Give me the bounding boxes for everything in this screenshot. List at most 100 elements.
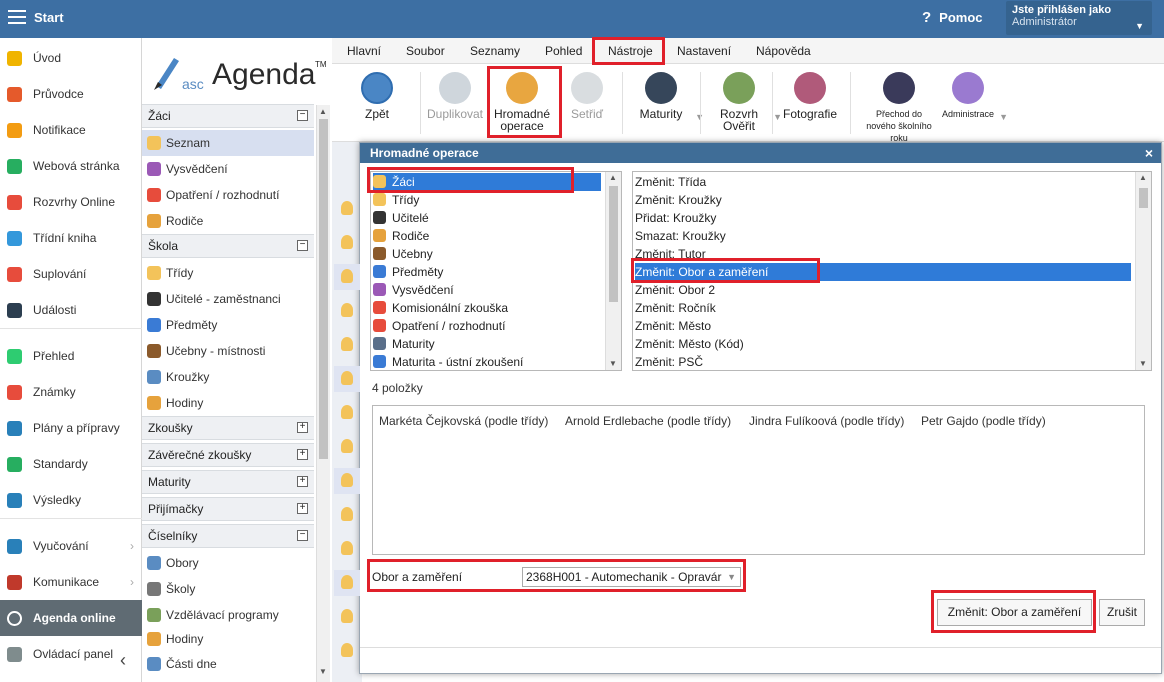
entity-item[interactable]: Učitelé: [373, 209, 601, 227]
sidebar-item-1-4[interactable]: Kroužky: [142, 364, 314, 390]
sidebar-item-6-3[interactable]: Hodiny: [142, 626, 314, 652]
sidebar-section-0[interactable]: Žáci −: [142, 104, 314, 128]
entity-item[interactable]: Vysvědčení: [373, 281, 601, 299]
expand-icon[interactable]: +: [297, 503, 308, 514]
start-link[interactable]: Start: [34, 10, 64, 25]
ribbon-button-8[interactable]: Administrace ▼: [940, 68, 1008, 122]
operation-list-scrollbar[interactable]: ▲ ▼: [1135, 172, 1151, 370]
operation-item[interactable]: Změnit: Obor 2: [635, 281, 1131, 299]
ribbon-button-4[interactable]: Maturity▼: [630, 68, 704, 122]
tab-6[interactable]: Nápověda: [756, 44, 811, 58]
sidebar-item-1-5[interactable]: Hodiny: [142, 390, 314, 416]
scroll-up-icon[interactable]: ▲: [1139, 173, 1147, 182]
operation-item[interactable]: Smazat: Kroužky: [635, 227, 1131, 245]
nav-item-2[interactable]: Notifikace: [0, 112, 142, 148]
operation-item[interactable]: Změnit: Město (Kód): [635, 335, 1131, 353]
entity-list[interactable]: ▲ ▼ Žáci Třídy Učitelé Rodiče Učebny Předměty V…: [370, 171, 622, 371]
scroll-thumb[interactable]: [319, 119, 328, 459]
tab-0[interactable]: Hlavní: [347, 44, 381, 58]
hamburger-menu-icon[interactable]: [8, 10, 26, 24]
operation-item[interactable]: Změnit: Ročník: [635, 299, 1131, 317]
user-menu[interactable]: Jste přihlášen jako Administrátor ▼: [1006, 1, 1152, 35]
nav-item-7[interactable]: Události: [0, 292, 142, 328]
operation-item[interactable]: Změnit: Město: [635, 317, 1131, 335]
sidebar-item-1-2[interactable]: Předměty: [142, 312, 314, 338]
expand-icon[interactable]: +: [297, 449, 308, 460]
scroll-thumb[interactable]: [1139, 188, 1148, 208]
sidebar-section-6[interactable]: Číselníky −: [142, 524, 314, 548]
entity-item[interactable]: Maturita - ústní zkoušení: [373, 353, 601, 370]
ribbon-button-6[interactable]: Fotografie: [780, 68, 840, 120]
scroll-up-icon[interactable]: ▲: [319, 107, 327, 116]
expand-icon[interactable]: +: [297, 422, 308, 433]
scroll-down-icon[interactable]: ▼: [609, 359, 617, 368]
operation-item[interactable]: Změnit: PSČ: [635, 353, 1131, 370]
nav-item-1[interactable]: Průvodce: [0, 76, 142, 112]
sidebar-section-1[interactable]: Škola −: [142, 234, 314, 258]
nav-item-14[interactable]: Komunikace ›: [0, 564, 142, 600]
operation-item[interactable]: Změnit: Kroužky: [635, 191, 1131, 209]
sidebar-item-6-1[interactable]: Školy: [142, 576, 314, 602]
nav-item-5[interactable]: Třídní kniha: [0, 220, 142, 256]
scroll-up-icon[interactable]: ▲: [609, 173, 617, 182]
pin-icon: [373, 319, 386, 332]
sidebar-section-2[interactable]: Zkoušky +: [142, 416, 314, 440]
expand-icon[interactable]: +: [297, 476, 308, 487]
nav-item-6[interactable]: Suplování: [0, 256, 142, 292]
sidebar-item-1-0[interactable]: Třídy: [142, 260, 314, 286]
entity-item[interactable]: Rodiče: [373, 227, 601, 245]
ribbon-button-1[interactable]: Duplikovat: [420, 68, 490, 120]
sidebar-section-3[interactable]: Závěrečné zkoušky +: [142, 443, 314, 467]
operation-item[interactable]: Přidat: Kroužky: [635, 209, 1131, 227]
entity-label: Vysvědčení: [392, 283, 454, 297]
sidebar-scrollbar[interactable]: ▲ ▼: [316, 105, 330, 682]
ribbon-button-0[interactable]: Zpět: [352, 68, 402, 120]
sidebar-item-6-2[interactable]: Vzdělávací programy: [142, 602, 314, 628]
nav-item-15[interactable]: Agenda online: [0, 600, 142, 636]
entity-item[interactable]: Komisionální zkouška: [373, 299, 601, 317]
entity-item[interactable]: Předměty: [373, 263, 601, 281]
nav-item-9[interactable]: Známky: [0, 374, 142, 410]
nav-item-10[interactable]: Plány a přípravy: [0, 410, 142, 446]
nav-item-4[interactable]: Rozvrhy Online: [0, 184, 142, 220]
entity-item[interactable]: Maturity: [373, 335, 601, 353]
sidebar-item-1-1[interactable]: Učitelé - zaměstnanci: [142, 286, 314, 312]
nav-item-11[interactable]: Standardy: [0, 446, 142, 482]
entity-item[interactable]: Třídy: [373, 191, 601, 209]
sidebar-item-6-0[interactable]: Obory: [142, 550, 314, 576]
tab-1[interactable]: Soubor: [406, 44, 445, 58]
ribbon-button-3[interactable]: Setřiď: [564, 68, 610, 120]
collapse-icon[interactable]: −: [297, 530, 308, 541]
tab-3[interactable]: Pohled: [545, 44, 582, 58]
help-button[interactable]: ? Pomoc: [922, 9, 983, 26]
sidebar-item-0-1[interactable]: Vysvědčení: [142, 156, 314, 182]
operation-item[interactable]: Změnit: Třída: [635, 173, 1131, 191]
entity-list-scrollbar[interactable]: ▲ ▼: [605, 172, 621, 370]
nav-item-0[interactable]: Úvod: [0, 40, 142, 76]
tab-2[interactable]: Seznamy: [470, 44, 520, 58]
nav-item-13[interactable]: Vyučování ›: [0, 528, 142, 564]
ribbon-button-5[interactable]: Rozvrh Ověřit ▼: [708, 68, 782, 132]
ribbon-button-7[interactable]: Přechod do nového školního roku: [862, 68, 936, 144]
sidebar-section-5[interactable]: Přijímačky +: [142, 497, 314, 521]
collapse-icon[interactable]: −: [297, 240, 308, 251]
nav-item-3[interactable]: Webová stránka: [0, 148, 142, 184]
sidebar-section-4[interactable]: Maturity +: [142, 470, 314, 494]
sidebar-item-0-0[interactable]: Seznam: [142, 130, 314, 156]
scroll-down-icon[interactable]: ▼: [319, 667, 327, 676]
sidebar-item-6-4[interactable]: Části dne: [142, 651, 314, 677]
sidebar-item-1-3[interactable]: Učebny - místnosti: [142, 338, 314, 364]
tab-5[interactable]: Nastavení: [677, 44, 731, 58]
scroll-thumb[interactable]: [609, 186, 618, 302]
nav-item-12[interactable]: Výsledky: [0, 482, 142, 518]
collapse-nav-icon[interactable]: ‹: [120, 650, 126, 671]
collapse-icon[interactable]: −: [297, 110, 308, 121]
nav-item-8[interactable]: Přehled: [0, 338, 142, 374]
cancel-button[interactable]: Zrušit: [1099, 599, 1145, 626]
sidebar-item-0-2[interactable]: Opatření / rozhodnutí: [142, 182, 314, 208]
entity-item[interactable]: Učebny: [373, 245, 601, 263]
scroll-down-icon[interactable]: ▼: [1139, 359, 1147, 368]
entity-item[interactable]: Opatření / rozhodnutí: [373, 317, 601, 335]
sidebar-item-0-3[interactable]: Rodiče: [142, 208, 314, 234]
close-icon[interactable]: ×: [1145, 143, 1153, 163]
